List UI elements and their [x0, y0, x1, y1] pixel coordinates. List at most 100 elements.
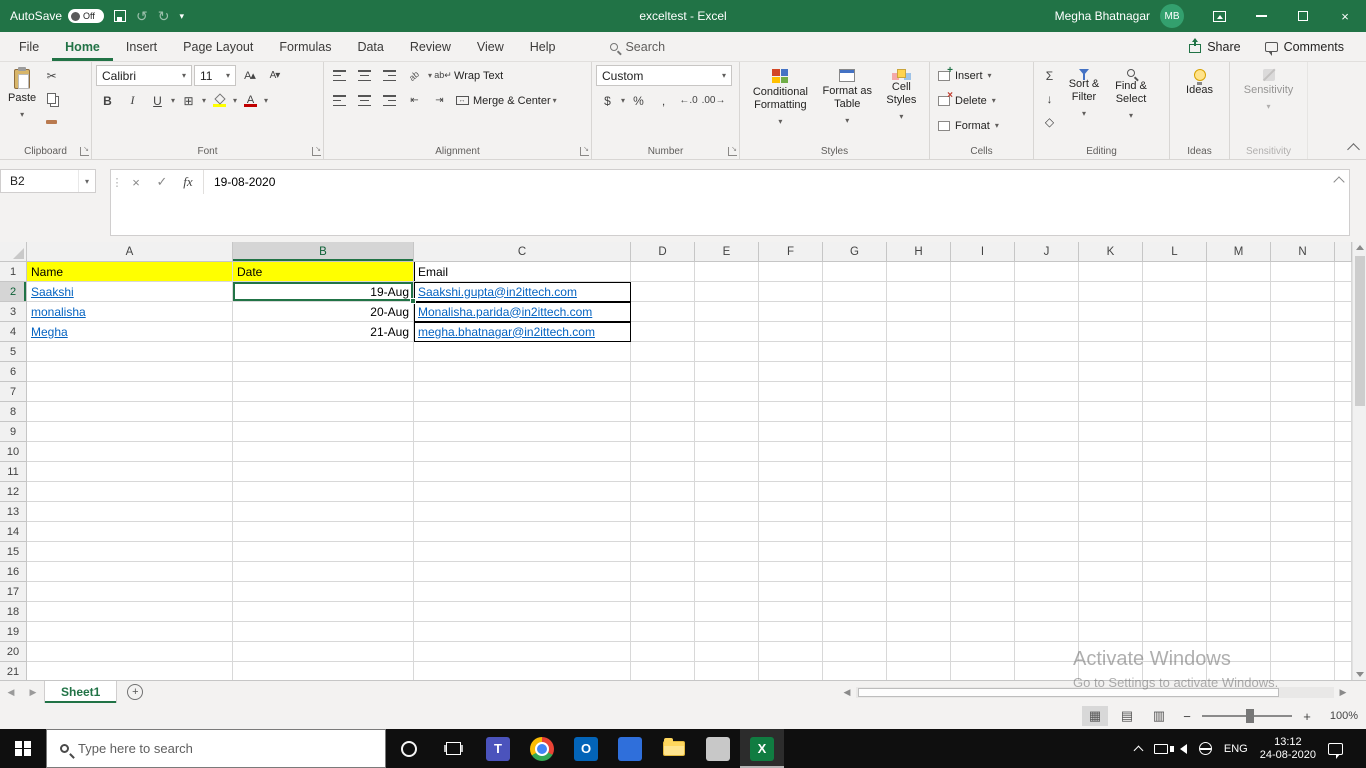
close-button[interactable]: ×	[1324, 0, 1366, 32]
cell-D4[interactable]	[631, 322, 695, 342]
excel-taskbar-button[interactable]: X	[740, 729, 784, 768]
save-icon[interactable]	[114, 10, 127, 22]
cell-B5[interactable]	[233, 342, 414, 362]
page-layout-view-button[interactable]: ▤	[1114, 706, 1140, 726]
cell-F16[interactable]	[759, 562, 823, 582]
fill-color-chevron-icon[interactable]: ▾	[233, 96, 237, 105]
cell-N13[interactable]	[1271, 502, 1335, 522]
column-header-M[interactable]: M	[1207, 242, 1271, 262]
cell-H14[interactable]	[887, 522, 951, 542]
app-gray-taskbar-button[interactable]	[696, 729, 740, 768]
cell-H12[interactable]	[887, 482, 951, 502]
cell-partial-16[interactable]	[1335, 562, 1352, 582]
cell-E11[interactable]	[695, 462, 759, 482]
row-header-2[interactable]: 2	[0, 282, 27, 302]
cell-I9[interactable]	[951, 422, 1015, 442]
cell-C15[interactable]	[414, 542, 631, 562]
cell-B6[interactable]	[233, 362, 414, 382]
delete-cells-button[interactable]: Delete▾	[934, 90, 1029, 111]
cell-D7[interactable]	[631, 382, 695, 402]
cell-E6[interactable]	[695, 362, 759, 382]
decrease-indent-button[interactable]: ⇤	[403, 90, 426, 111]
cell-A3[interactable]: monalisha	[27, 302, 233, 322]
cell-C17[interactable]	[414, 582, 631, 602]
conditional-formatting-button[interactable]: Conditional Formatting ▾	[744, 65, 817, 143]
borders-button[interactable]	[177, 90, 200, 111]
cell-J8[interactable]	[1015, 402, 1079, 422]
cell-H8[interactable]	[887, 402, 951, 422]
cell-E4[interactable]	[695, 322, 759, 342]
cell-F4[interactable]	[759, 322, 823, 342]
cell-J17[interactable]	[1015, 582, 1079, 602]
cell-M9[interactable]	[1207, 422, 1271, 442]
outlook-taskbar-button[interactable]: O	[564, 729, 608, 768]
cell-D2[interactable]	[631, 282, 695, 302]
cell-M17[interactable]	[1207, 582, 1271, 602]
cell-I5[interactable]	[951, 342, 1015, 362]
underline-button[interactable]	[146, 90, 169, 111]
cell-K7[interactable]	[1079, 382, 1143, 402]
cell-J5[interactable]	[1015, 342, 1079, 362]
cell-N3[interactable]	[1271, 302, 1335, 322]
cell-H9[interactable]	[887, 422, 951, 442]
vertical-scrollbar-thumb[interactable]	[1355, 256, 1365, 406]
cell-partial-5[interactable]	[1335, 342, 1352, 362]
cell-C7[interactable]	[414, 382, 631, 402]
cell-A7[interactable]	[27, 382, 233, 402]
cell-A17[interactable]	[27, 582, 233, 602]
clipboard-dialog-launcher[interactable]: ↘	[80, 146, 89, 156]
cell-M3[interactable]	[1207, 302, 1271, 322]
borders-chevron-icon[interactable]: ▾	[202, 96, 206, 105]
cell-G21[interactable]	[823, 662, 887, 680]
tab-file[interactable]: File	[6, 32, 52, 61]
cell-C14[interactable]	[414, 522, 631, 542]
cell-B14[interactable]	[233, 522, 414, 542]
cell-E9[interactable]	[695, 422, 759, 442]
cell-I2[interactable]	[951, 282, 1015, 302]
font-name-select[interactable]: Calibri ▾	[96, 65, 192, 86]
cell-M2[interactable]	[1207, 282, 1271, 302]
cell-partial-9[interactable]	[1335, 422, 1352, 442]
cell-F18[interactable]	[759, 602, 823, 622]
cell-A15[interactable]	[27, 542, 233, 562]
cell-partial-12[interactable]	[1335, 482, 1352, 502]
cell-I13[interactable]	[951, 502, 1015, 522]
cell-H3[interactable]	[887, 302, 951, 322]
undo-icon[interactable]: ↺	[136, 8, 148, 25]
cell-G3[interactable]	[823, 302, 887, 322]
autosum-button[interactable]	[1038, 65, 1061, 86]
cell-A8[interactable]	[27, 402, 233, 422]
cell-C4[interactable]: megha.bhatnagar@in2ittech.com	[414, 322, 631, 342]
cell-N18[interactable]	[1271, 602, 1335, 622]
cell-F21[interactable]	[759, 662, 823, 680]
insert-cells-button[interactable]: Insert▾	[934, 65, 1029, 86]
next-sheet-arrow-icon[interactable]: ▶	[22, 681, 44, 703]
cell-N7[interactable]	[1271, 382, 1335, 402]
cell-M1[interactable]	[1207, 262, 1271, 282]
cell-D9[interactable]	[631, 422, 695, 442]
cell-K3[interactable]	[1079, 302, 1143, 322]
cell-G17[interactable]	[823, 582, 887, 602]
cell-J12[interactable]	[1015, 482, 1079, 502]
cell-L18[interactable]	[1143, 602, 1207, 622]
cell-M19[interactable]	[1207, 622, 1271, 642]
cell-B19[interactable]	[233, 622, 414, 642]
cell-A18[interactable]	[27, 602, 233, 622]
cell-E5[interactable]	[695, 342, 759, 362]
cell-G13[interactable]	[823, 502, 887, 522]
row-header-1[interactable]: 1	[0, 262, 27, 282]
action-center-icon[interactable]	[1328, 742, 1343, 759]
cell-J4[interactable]	[1015, 322, 1079, 342]
cell-I4[interactable]	[951, 322, 1015, 342]
cell-L19[interactable]	[1143, 622, 1207, 642]
column-header-F[interactable]: F	[759, 242, 823, 262]
sheet-tab-sheet1[interactable]: Sheet1	[44, 681, 118, 703]
cell-J20[interactable]	[1015, 642, 1079, 662]
cell-B20[interactable]	[233, 642, 414, 662]
cell-K12[interactable]	[1079, 482, 1143, 502]
cell-K21[interactable]	[1079, 662, 1143, 680]
cell-M8[interactable]	[1207, 402, 1271, 422]
cell-partial-8[interactable]	[1335, 402, 1352, 422]
row-header-4[interactable]: 4	[0, 322, 27, 342]
scroll-right-arrow-icon[interactable]: ▶	[1336, 687, 1350, 698]
